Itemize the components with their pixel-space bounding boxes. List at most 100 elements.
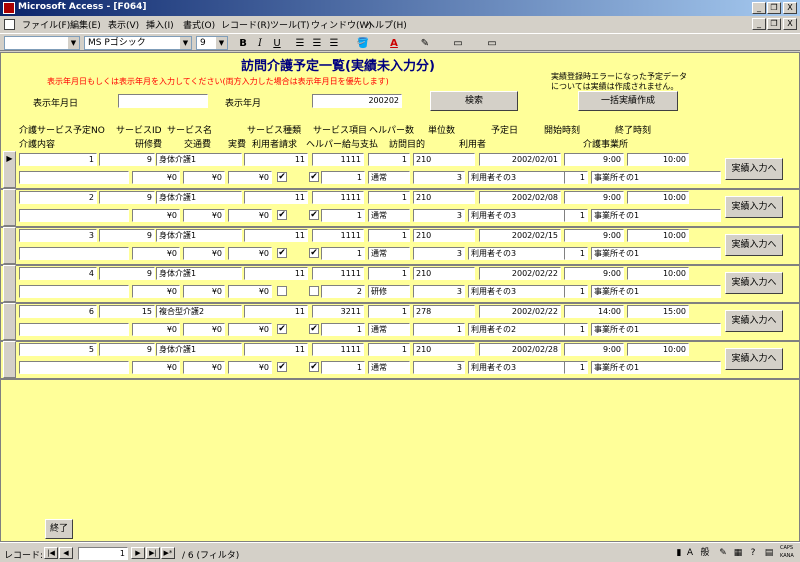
transport-fee-field[interactable]: ¥0: [183, 247, 225, 260]
record-selector[interactable]: [3, 227, 16, 264]
training-fee-field[interactable]: ¥0: [132, 323, 180, 336]
transport-fee-field[interactable]: ¥0: [183, 171, 225, 184]
schedule-date-field[interactable]: 2002/02/08: [479, 191, 561, 204]
service-name-field[interactable]: 複合型介護2: [156, 305, 242, 318]
enter-actuals-button[interactable]: 実績入力へ: [725, 196, 783, 218]
training-fee-field[interactable]: ¥0: [132, 171, 180, 184]
schedule-no-field[interactable]: 4: [19, 267, 97, 280]
visit-purpose-field[interactable]: 通常: [368, 361, 410, 374]
line-color-icon[interactable]: ✎: [414, 37, 436, 50]
helper-count-field[interactable]: 1: [368, 191, 410, 204]
record-selector[interactable]: ▶: [3, 151, 16, 188]
transport-fee-field[interactable]: ¥0: [183, 323, 225, 336]
units-field[interactable]: 210: [413, 153, 475, 166]
helper-pay-checkbox[interactable]: [309, 286, 319, 296]
user-billing-checkbox[interactable]: [277, 286, 287, 296]
schedule-date-field[interactable]: 2002/02/22: [479, 267, 561, 280]
object-combo[interactable]: ▼: [4, 36, 80, 50]
service-name-field[interactable]: 身体介護1: [156, 191, 242, 204]
date-input[interactable]: [118, 94, 208, 108]
units-field[interactable]: 210: [413, 229, 475, 242]
end-time-field[interactable]: 10:00: [627, 191, 689, 204]
service-type-field[interactable]: 11: [244, 191, 308, 204]
ime-pad-icon[interactable]: ▦: [731, 546, 745, 560]
menu-insert[interactable]: 挿入(I): [146, 18, 174, 31]
start-time-field[interactable]: 9:00: [564, 191, 624, 204]
service-name-field[interactable]: 身体介護1: [156, 153, 242, 166]
record-selector[interactable]: [3, 341, 16, 378]
child-close-button[interactable]: X: [783, 18, 797, 30]
training-fee-field[interactable]: ¥0: [132, 285, 180, 298]
service-id-field[interactable]: 15: [99, 305, 155, 318]
office-no-field[interactable]: 1: [564, 285, 588, 298]
helper-count-field[interactable]: 1: [368, 343, 410, 356]
ime-mode-a[interactable]: A: [683, 546, 697, 560]
service-type-field[interactable]: 11: [244, 153, 308, 166]
service-id-field[interactable]: 9: [99, 153, 155, 166]
care-content-field[interactable]: [19, 209, 129, 222]
service-type-field[interactable]: 11: [244, 343, 308, 356]
service-item-field[interactable]: 1111: [312, 343, 364, 356]
service-name-field[interactable]: 身体介護1: [156, 229, 242, 242]
office-no-field[interactable]: 1: [564, 323, 588, 336]
office-field[interactable]: 事業所その1: [591, 247, 721, 260]
last-record-button[interactable]: ▶|: [146, 547, 160, 559]
service-item-field[interactable]: 1111: [312, 229, 364, 242]
training-fee-field[interactable]: ¥0: [132, 209, 180, 222]
ime-help-icon[interactable]: ?: [746, 546, 760, 560]
training-fee-field[interactable]: ¥0: [132, 247, 180, 260]
minimize-button[interactable]: _: [752, 2, 766, 14]
menu-records[interactable]: レコード(R): [221, 18, 270, 31]
menu-help[interactable]: ヘルプ(H): [366, 18, 407, 31]
special-effect-icon[interactable]: ▭: [478, 37, 506, 50]
user-no-field[interactable]: 3: [413, 171, 465, 184]
enter-actuals-button[interactable]: 実績入力へ: [725, 272, 783, 294]
end-time-field[interactable]: 10:00: [627, 153, 689, 166]
align-left-button[interactable]: ☰: [293, 37, 307, 50]
visit-purpose-field[interactable]: 通常: [368, 323, 410, 336]
helper-count-field[interactable]: 1: [368, 153, 410, 166]
pay-count-field[interactable]: 1: [321, 323, 365, 336]
units-field[interactable]: 278: [413, 305, 475, 318]
start-time-field[interactable]: 9:00: [564, 267, 624, 280]
actual-cost-field[interactable]: ¥0: [228, 361, 272, 374]
service-item-field[interactable]: 1111: [312, 191, 364, 204]
fill-color-icon[interactable]: 🪣: [352, 37, 374, 50]
end-time-field[interactable]: 10:00: [627, 343, 689, 356]
office-no-field[interactable]: 1: [564, 247, 588, 260]
menu-tools[interactable]: ツール(T): [270, 18, 310, 31]
child-minimize-button[interactable]: _: [752, 18, 766, 30]
actual-cost-field[interactable]: ¥0: [228, 247, 272, 260]
start-time-field[interactable]: 14:00: [564, 305, 624, 318]
font-color-icon[interactable]: A: [384, 37, 404, 50]
menu-file[interactable]: ファイル(F): [22, 18, 70, 31]
transport-fee-field[interactable]: ¥0: [183, 361, 225, 374]
office-no-field[interactable]: 1: [564, 171, 588, 184]
helper-pay-checkbox[interactable]: ✔: [309, 324, 319, 334]
end-time-field[interactable]: 10:00: [627, 229, 689, 242]
close-button[interactable]: X: [783, 2, 797, 14]
user-no-field[interactable]: 3: [413, 285, 465, 298]
actual-cost-field[interactable]: ¥0: [228, 323, 272, 336]
service-item-field[interactable]: 3211: [312, 305, 364, 318]
italic-button[interactable]: I: [253, 37, 267, 50]
user-billing-checkbox[interactable]: ✔: [277, 248, 287, 258]
user-billing-checkbox[interactable]: ✔: [277, 172, 287, 182]
service-id-field[interactable]: 9: [99, 343, 155, 356]
enter-actuals-button[interactable]: 実績入力へ: [725, 348, 783, 370]
current-record-input[interactable]: 1: [78, 547, 128, 560]
schedule-date-field[interactable]: 2002/02/15: [479, 229, 561, 242]
record-selector[interactable]: [3, 303, 16, 340]
schedule-no-field[interactable]: 1: [19, 153, 97, 166]
actual-cost-field[interactable]: ¥0: [228, 209, 272, 222]
menu-view[interactable]: 表示(V): [108, 18, 139, 31]
schedule-no-field[interactable]: 6: [19, 305, 97, 318]
care-content-field[interactable]: [19, 323, 129, 336]
schedule-no-field[interactable]: 3: [19, 229, 97, 242]
helper-pay-checkbox[interactable]: ✔: [309, 210, 319, 220]
user-no-field[interactable]: 3: [413, 209, 465, 222]
service-item-field[interactable]: 1111: [312, 267, 364, 280]
start-time-field[interactable]: 9:00: [564, 343, 624, 356]
month-input[interactable]: 200202: [312, 94, 402, 108]
font-size-combo[interactable]: 9 ▼: [196, 36, 228, 50]
